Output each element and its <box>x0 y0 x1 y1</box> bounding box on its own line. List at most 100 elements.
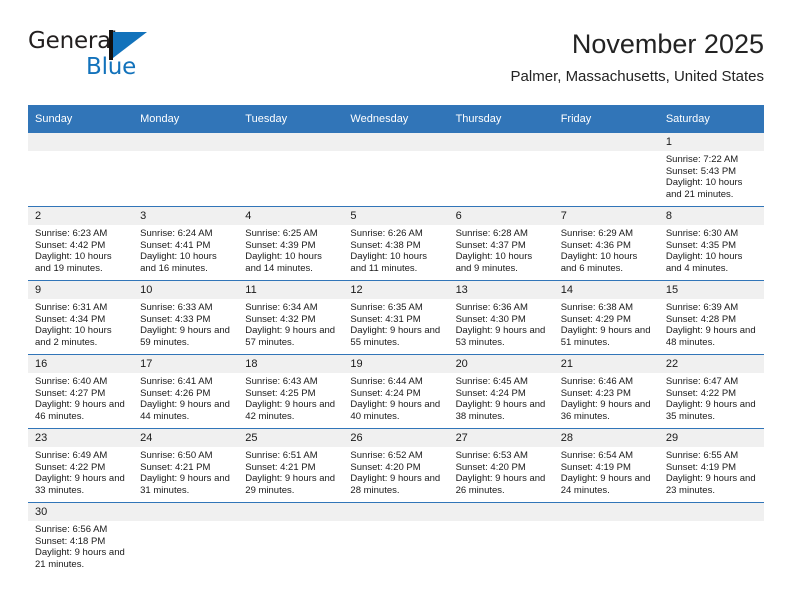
calendar-cell[interactable] <box>553 502 659 576</box>
day-cell[interactable]: 2 Sunrise: 6:23 AM Sunset: 4:42 PM Daylight… <box>28 207 134 280</box>
calendar-cell[interactable] <box>133 133 239 207</box>
day-cell[interactable] <box>448 133 554 206</box>
calendar-cell[interactable]: 13 Sunrise: 6:36 AM Sunset: 4:30 PM Dayligh… <box>448 280 554 355</box>
day-cell[interactable]: 11 Sunrise: 6:34 AM Sunset: 4:32 PM Dayligh… <box>238 281 344 354</box>
day-cell[interactable]: 12 Sunrise: 6:35 AM Sunset: 4:31 PM Dayligh… <box>343 281 449 354</box>
logo-text-general: General <box>28 28 118 54</box>
day-cell[interactable]: 5 Sunrise: 6:26 AM Sunset: 4:38 PM Daylight… <box>343 207 449 280</box>
calendar-cell[interactable]: 19 Sunrise: 6:44 AM Sunset: 4:24 PM Dayligh… <box>343 354 449 429</box>
day-cell[interactable]: 25 Sunrise: 6:51 AM Sunset: 4:21 PM Dayligh… <box>238 429 344 502</box>
calendar-cell[interactable] <box>28 133 134 207</box>
calendar-cell[interactable]: 23 Sunrise: 6:49 AM Sunset: 4:22 PM Dayligh… <box>28 428 134 503</box>
calendar-cell[interactable]: 12 Sunrise: 6:35 AM Sunset: 4:31 PM Dayligh… <box>343 280 449 355</box>
day-number: 2 <box>28 207 134 225</box>
day-cell[interactable]: 6 Sunrise: 6:28 AM Sunset: 4:37 PM Daylight… <box>448 207 554 280</box>
daylight-text: Daylight: 10 hours and 6 minutes. <box>560 251 638 274</box>
sunrise-text: Sunrise: 6:47 AM <box>665 376 739 387</box>
calendar-cell[interactable]: 29 Sunrise: 6:55 AM Sunset: 4:19 PM Dayligh… <box>658 428 764 503</box>
day-cell[interactable]: 22 Sunrise: 6:47 AM Sunset: 4:22 PM Dayligh… <box>658 355 764 428</box>
calendar-cell[interactable] <box>238 133 344 207</box>
calendar-cell[interactable]: 16 Sunrise: 6:40 AM Sunset: 4:27 PM Dayligh… <box>28 354 134 429</box>
day-number: 8 <box>658 207 764 225</box>
calendar-cell[interactable]: 20 Sunrise: 6:45 AM Sunset: 4:24 PM Dayligh… <box>448 354 554 429</box>
calendar-cell[interactable] <box>343 502 449 576</box>
calendar-cell[interactable]: 28 Sunrise: 6:54 AM Sunset: 4:19 PM Dayligh… <box>553 428 659 503</box>
day-cell[interactable] <box>343 503 449 576</box>
calendar-cell[interactable]: 11 Sunrise: 6:34 AM Sunset: 4:32 PM Dayligh… <box>238 280 344 355</box>
day-cell[interactable]: 8 Sunrise: 6:30 AM Sunset: 4:35 PM Daylight… <box>658 207 764 280</box>
calendar-cell[interactable]: 9 Sunrise: 6:31 AM Sunset: 4:34 PM Daylight… <box>28 280 134 355</box>
calendar-cell[interactable]: 8 Sunrise: 6:30 AM Sunset: 4:35 PM Daylight… <box>658 206 764 281</box>
day-details: Sunrise: 6:28 AM Sunset: 4:37 PM Daylight:… <box>449 225 554 274</box>
day-details: Sunrise: 6:44 AM Sunset: 4:24 PM Daylight:… <box>343 373 448 422</box>
calendar-cell[interactable]: 25 Sunrise: 6:51 AM Sunset: 4:21 PM Dayligh… <box>238 428 344 503</box>
day-cell[interactable] <box>238 133 344 206</box>
day-number: 25 <box>238 429 344 447</box>
calendar-cell[interactable]: 2 Sunrise: 6:23 AM Sunset: 4:42 PM Daylight… <box>28 206 134 281</box>
calendar-cell[interactable]: 14 Sunrise: 6:38 AM Sunset: 4:29 PM Dayligh… <box>553 280 659 355</box>
day-cell[interactable] <box>28 133 134 206</box>
day-cell[interactable] <box>343 133 449 206</box>
calendar-cell[interactable]: 22 Sunrise: 6:47 AM Sunset: 4:22 PM Dayligh… <box>658 354 764 429</box>
day-cell[interactable]: 15 Sunrise: 6:39 AM Sunset: 4:28 PM Dayligh… <box>658 281 764 354</box>
calendar-cell[interactable]: 3 Sunrise: 6:24 AM Sunset: 4:41 PM Daylight… <box>133 206 239 281</box>
daylight-text: Daylight: 9 hours and 33 minutes. <box>35 473 125 496</box>
calendar-cell[interactable]: 7 Sunrise: 6:29 AM Sunset: 4:36 PM Daylight… <box>553 206 659 281</box>
calendar-cell[interactable] <box>553 133 659 207</box>
calendar-cell[interactable]: 10 Sunrise: 6:33 AM Sunset: 4:33 PM Dayligh… <box>133 280 239 355</box>
day-cell[interactable] <box>658 503 764 576</box>
day-cell[interactable]: 14 Sunrise: 6:38 AM Sunset: 4:29 PM Dayligh… <box>553 281 659 354</box>
day-cell[interactable]: 7 Sunrise: 6:29 AM Sunset: 4:36 PM Daylight… <box>553 207 659 280</box>
day-cell[interactable]: 18 Sunrise: 6:43 AM Sunset: 4:25 PM Dayligh… <box>238 355 344 428</box>
day-cell[interactable]: 13 Sunrise: 6:36 AM Sunset: 4:30 PM Dayligh… <box>448 281 554 354</box>
calendar-cell[interactable] <box>658 502 764 576</box>
sunrise-text: Sunrise: 6:51 AM <box>245 450 318 461</box>
day-cell[interactable] <box>133 133 239 206</box>
day-cell[interactable]: 17 Sunrise: 6:41 AM Sunset: 4:26 PM Dayligh… <box>133 355 239 428</box>
day-cell[interactable]: 9 Sunrise: 6:31 AM Sunset: 4:34 PM Daylight… <box>28 281 134 354</box>
calendar-cell[interactable] <box>448 133 554 207</box>
day-cell[interactable]: 29 Sunrise: 6:55 AM Sunset: 4:19 PM Dayligh… <box>658 429 764 502</box>
day-cell[interactable]: 16 Sunrise: 6:40 AM Sunset: 4:27 PM Dayligh… <box>28 355 134 428</box>
day-cell[interactable]: 23 Sunrise: 6:49 AM Sunset: 4:22 PM Dayligh… <box>28 429 134 502</box>
calendar-cell[interactable]: 24 Sunrise: 6:50 AM Sunset: 4:21 PM Dayligh… <box>133 428 239 503</box>
day-cell[interactable] <box>238 503 344 576</box>
day-details: Sunrise: 6:46 AM Sunset: 4:23 PM Daylight:… <box>554 373 659 422</box>
day-cell[interactable]: 3 Sunrise: 6:24 AM Sunset: 4:41 PM Daylight… <box>133 207 239 280</box>
day-cell[interactable]: 20 Sunrise: 6:45 AM Sunset: 4:24 PM Dayligh… <box>448 355 554 428</box>
day-cell[interactable]: 27 Sunrise: 6:53 AM Sunset: 4:20 PM Dayligh… <box>448 429 554 502</box>
day-cell[interactable]: 21 Sunrise: 6:46 AM Sunset: 4:23 PM Dayligh… <box>553 355 659 428</box>
calendar-cell[interactable] <box>448 502 554 576</box>
sunset-text: Sunset: 4:42 PM <box>35 239 106 251</box>
week-row: 23 Sunrise: 6:49 AM Sunset: 4:22 PM Dayligh… <box>28 428 764 503</box>
calendar-cell[interactable]: 21 Sunrise: 6:46 AM Sunset: 4:23 PM Dayligh… <box>553 354 659 429</box>
day-cell[interactable] <box>553 133 659 206</box>
calendar-cell[interactable] <box>343 133 449 207</box>
day-cell[interactable] <box>553 503 659 576</box>
calendar-cell[interactable]: 18 Sunrise: 6:43 AM Sunset: 4:25 PM Dayligh… <box>238 354 344 429</box>
day-cell[interactable]: 4 Sunrise: 6:25 AM Sunset: 4:39 PM Daylight… <box>238 207 344 280</box>
day-cell[interactable]: 10 Sunrise: 6:33 AM Sunset: 4:33 PM Dayligh… <box>133 281 239 354</box>
day-cell[interactable]: 28 Sunrise: 6:54 AM Sunset: 4:19 PM Dayligh… <box>553 429 659 502</box>
daylight-text: Daylight: 10 hours and 9 minutes. <box>455 251 533 274</box>
calendar-cell[interactable]: 5 Sunrise: 6:26 AM Sunset: 4:38 PM Daylight… <box>343 206 449 281</box>
day-number: 4 <box>238 207 344 225</box>
calendar-cell[interactable]: 30 Sunrise: 6:56 AM Sunset: 4:18 PM Dayligh… <box>28 502 134 576</box>
calendar-cell[interactable]: 15 Sunrise: 6:39 AM Sunset: 4:28 PM Dayligh… <box>658 280 764 355</box>
day-cell[interactable] <box>448 503 554 576</box>
day-cell[interactable]: 1 Sunrise: 7:22 AM Sunset: 5:43 PM Daylight… <box>658 133 764 206</box>
day-cell[interactable]: 26 Sunrise: 6:52 AM Sunset: 4:20 PM Dayligh… <box>343 429 449 502</box>
day-cell[interactable] <box>133 503 239 576</box>
calendar-cell[interactable] <box>238 502 344 576</box>
day-cell[interactable]: 30 Sunrise: 6:56 AM Sunset: 4:18 PM Dayligh… <box>28 503 134 576</box>
calendar-cell[interactable]: 26 Sunrise: 6:52 AM Sunset: 4:20 PM Dayligh… <box>343 428 449 503</box>
day-cell[interactable]: 19 Sunrise: 6:44 AM Sunset: 4:24 PM Dayligh… <box>343 355 449 428</box>
calendar-cell[interactable]: 6 Sunrise: 6:28 AM Sunset: 4:37 PM Daylight… <box>448 206 554 281</box>
calendar-cell[interactable]: 4 Sunrise: 6:25 AM Sunset: 4:39 PM Daylight… <box>238 206 344 281</box>
calendar-cell[interactable]: 27 Sunrise: 6:53 AM Sunset: 4:20 PM Dayligh… <box>448 428 554 503</box>
calendar-cell[interactable]: 17 Sunrise: 6:41 AM Sunset: 4:26 PM Dayligh… <box>133 354 239 429</box>
calendar-cell[interactable]: 1 Sunrise: 7:22 AM Sunset: 5:43 PM Daylight… <box>658 133 764 207</box>
general-blue-logo[interactable]: General Blue <box>28 28 258 90</box>
day-cell[interactable]: 24 Sunrise: 6:50 AM Sunset: 4:21 PM Dayligh… <box>133 429 239 502</box>
calendar-cell[interactable] <box>133 502 239 576</box>
